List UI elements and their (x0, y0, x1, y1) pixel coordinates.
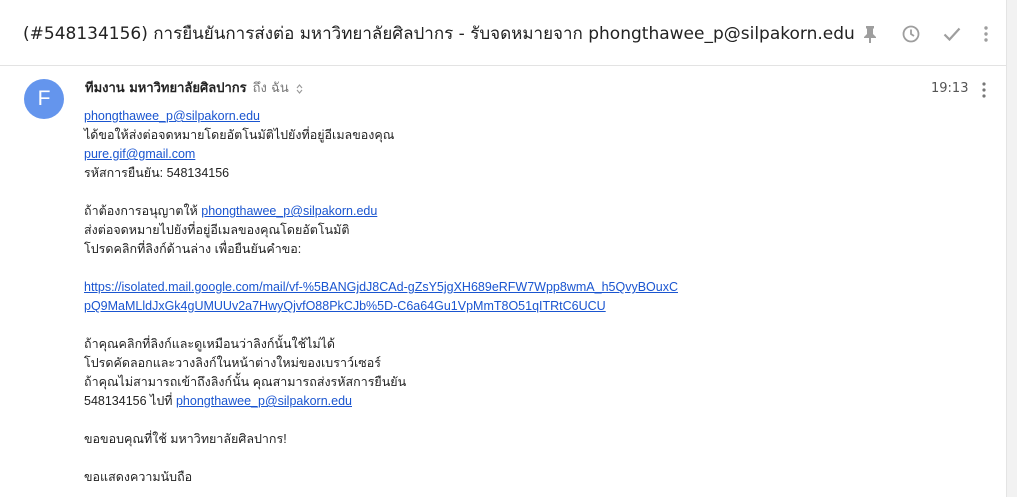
body-text: ถ้าต้องการอนุญาตให้ (84, 204, 202, 218)
requester-email-link[interactable]: phongthawee_p@silpakorn.edu (201, 204, 377, 218)
confirmation-code: รหัสการยืนยัน: 548134156 (84, 166, 230, 180)
sender-line: ทีมงาน มหาวิทยาลัยศิลปากร ถึง ฉัน (85, 80, 303, 98)
verification-link[interactable]: https://isolated.mail.google.com/mail/vf… (84, 280, 678, 294)
message-time: 19:13 (931, 81, 969, 96)
body-text: ถ้าคุณไม่สามารถเข้าถึงลิงก์นั้น คุณสามาร… (84, 375, 407, 389)
more-vert-icon[interactable] (973, 21, 999, 47)
message-view: (#548134156) การยืนยันการส่งต่อ มหาวิทยา… (0, 0, 1006, 497)
details-dropdown-icon[interactable] (296, 84, 303, 94)
scrollbar[interactable] (1006, 0, 1017, 497)
subject-bar: (#548134156) การยืนยันการส่งต่อ มหาวิทยา… (0, 0, 1006, 66)
avatar-letter: F (37, 87, 51, 110)
target-email-link[interactable]: pure.gif@gmail.com (84, 147, 195, 161)
message-body: phongthawee_p@silpakorn.edu ได้ขอให้ส่งต… (84, 107, 784, 487)
requester-email-link[interactable]: phongthawee_p@silpakorn.edu (84, 109, 260, 123)
check-done-icon[interactable] (939, 21, 965, 47)
message-more-icon[interactable] (972, 78, 996, 102)
recipient-label: ถึง ฉัน (252, 81, 289, 96)
body-text: ได้ขอให้ส่งต่อจดหมายโดยอัตโนมัติไปยังที่… (84, 128, 395, 142)
body-text: 548134156 ไปที่ (84, 394, 176, 408)
body-text: โปรดคลิกที่ลิงก์ด้านล่าง เพื่อยืนยันคำขอ… (84, 242, 302, 256)
sender-name[interactable]: ทีมงาน มหาวิทยาลัยศิลปากร (85, 80, 247, 98)
thanks-text: ขอขอบคุณที่ใช้ มหาวิทยาลัยศิลปากร! (84, 432, 287, 446)
requester-email-link[interactable]: phongthawee_p@silpakorn.edu (176, 394, 352, 408)
email-subject: (#548134156) การยืนยันการส่งต่อ มหาวิทยา… (23, 24, 855, 44)
snooze-clock-icon[interactable] (898, 21, 924, 47)
closing-text: ขอแสดงความนับถือ (84, 470, 193, 484)
verification-link[interactable]: pQ9MaMLldJxGk4gUMUUv2a7HwyQjvfO88PkCJb%5… (84, 299, 606, 313)
body-text: ถ้าคุณคลิกที่ลิงก์และดูเหมือนว่าลิงก์นั้… (84, 337, 336, 351)
body-text: ส่งต่อจดหมายไปยังที่อยู่อีเมลของคุณโดยอั… (84, 223, 350, 237)
sender-avatar: F (24, 79, 64, 119)
body-text: โปรดคัดลอกและวางลิงก์ในหน้าต่างใหม่ของเบ… (84, 356, 381, 370)
pin-icon[interactable] (857, 21, 883, 47)
